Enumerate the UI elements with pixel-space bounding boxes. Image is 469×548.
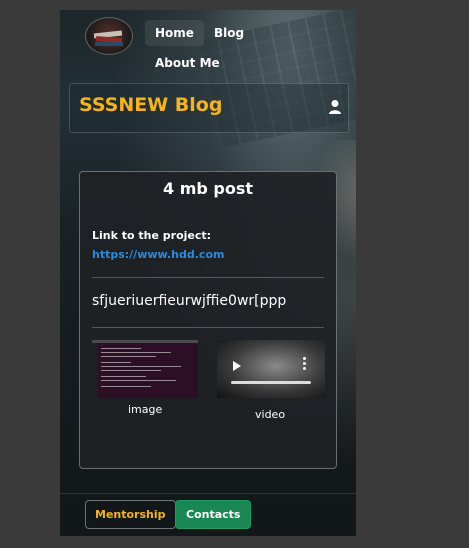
project-link-label: Link to the project: <box>92 229 212 242</box>
video-progress-bar[interactable] <box>231 381 311 384</box>
site-title: SSSNEW Blog <box>79 94 223 116</box>
image-thumbnail[interactable] <box>92 340 198 398</box>
site-logo[interactable] <box>85 17 133 55</box>
project-link[interactable]: https://www.hdd.com <box>92 248 224 261</box>
divider <box>92 327 324 328</box>
nav-about-link[interactable]: About Me <box>145 50 230 76</box>
post-body: sfjueriuerfieurwjffie0wr[ppp <box>92 293 287 309</box>
nav-blog-link[interactable]: Blog <box>204 20 254 46</box>
post-card: 4 mb post Link to the project: https://w… <box>79 171 337 469</box>
video-caption: video <box>255 408 286 421</box>
navbar: Home Blog About Me <box>60 10 356 82</box>
video-player[interactable] <box>217 340 325 398</box>
play-icon[interactable] <box>233 361 241 371</box>
page-frame: Home Blog About Me SSSNEW Blog 4 mb post… <box>60 10 356 536</box>
divider <box>92 277 324 278</box>
nav-home-link[interactable]: Home <box>145 20 204 46</box>
image-caption: image <box>128 403 163 416</box>
mentorship-button[interactable]: Mentorship <box>85 500 176 529</box>
post-title: 4 mb post <box>162 179 253 198</box>
contacts-button[interactable]: Contacts <box>175 500 252 529</box>
site-header-bar: SSSNEW Blog <box>69 83 349 133</box>
more-vertical-icon[interactable] <box>303 357 306 371</box>
user-icon[interactable] <box>328 99 342 115</box>
footer: Mentorship Contacts <box>60 493 356 536</box>
